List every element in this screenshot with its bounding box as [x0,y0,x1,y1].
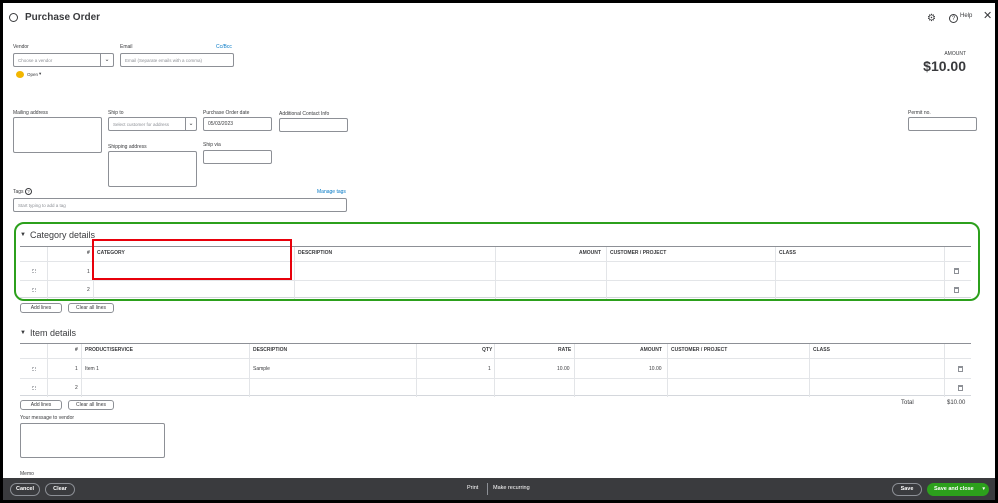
cancel-button[interactable]: Cancel [10,483,40,496]
item-collapse-icon[interactable]: ▼ [20,330,26,336]
email-label: Email [120,44,133,50]
category-add-lines-button[interactable]: Add lines [20,303,62,313]
item-col-product: PRODUCT/SERVICE [85,347,133,353]
save-options-chevron-icon[interactable]: ▾ [982,484,985,495]
shipping-address-label: Shipping address [108,144,147,150]
save-and-close-label: Save and close [934,486,974,492]
item-clear-lines-button[interactable]: Clear all lines [68,400,114,410]
chevron-down-icon: ⌄ [100,54,113,66]
shipping-address-field[interactable] [108,151,197,187]
additional-contact-label: Additional Contact Info [279,111,330,117]
permit-label: Permit no. [908,110,931,116]
drag-handle-icon[interactable] [32,288,36,292]
category-col-num: # [87,250,90,256]
category-cell-highlight[interactable] [92,239,292,280]
drag-handle-icon[interactable] [32,367,36,371]
mailing-address-label: Mailing address [13,110,49,116]
purchase-order-window: Purchase Order ⚙ ? Help ✕ Vendor Choose … [0,0,998,503]
trash-icon[interactable] [958,366,963,372]
ship-to-label: Ship to [108,110,124,116]
item-table: # PRODUCT/SERVICE DESCRIPTION QTY RATE A… [20,343,971,397]
manage-tags-link[interactable]: Manage tags [317,189,346,195]
ship-to-placeholder: Select customer for address [113,122,170,127]
item-col-description: DESCRIPTION [253,347,288,353]
item-col-class: CLASS [813,347,830,353]
po-date-label: Purchase Order date [203,110,250,116]
footer-divider [487,483,488,495]
tags-placeholder: Start typing to add a tag [18,203,66,208]
category-clear-lines-button[interactable]: Clear all lines [68,303,114,313]
item-row-product[interactable]: Item 1 [85,366,99,372]
item-row-amount[interactable]: 10.00 [649,366,662,372]
category-col-class: CLASS [779,250,796,256]
po-date-input[interactable]: 05/03/2023 [203,117,272,131]
total-value: $10.00 [947,400,966,406]
history-icon[interactable] [9,13,18,22]
vendor-select[interactable]: Choose a vendor ⌄ [13,53,114,67]
po-date-value: 05/03/2023 [208,121,234,127]
gear-icon[interactable]: ⚙ [927,14,936,24]
total-label: Total [901,400,914,406]
item-row-rate[interactable]: 10.00 [557,366,570,372]
tags-input[interactable]: Start typing to add a tag [13,198,347,212]
help-label[interactable]: Help [960,13,972,19]
permit-input[interactable] [908,117,977,131]
status-chevron-icon[interactable]: ▾ [39,71,41,77]
save-button[interactable]: Save [892,483,922,496]
status-icon [16,71,24,78]
category-collapse-icon[interactable]: ▼ [20,232,26,238]
category-section-title: Category details [30,230,96,240]
category-col-amount: AMOUNT [579,250,601,256]
vendor-placeholder: Choose a vendor [18,58,53,63]
clear-button[interactable]: Clear [45,483,75,496]
page-title: Purchase Order [25,12,101,23]
message-field[interactable] [20,423,165,458]
ccbcc-link[interactable]: Cc/Bcc [216,44,232,50]
email-placeholder: Email (Separate emails with a comma) [125,58,203,63]
help-icon[interactable]: ? [949,14,958,23]
amount-label: AMOUNT [944,51,966,57]
trash-icon[interactable] [958,385,963,391]
drag-handle-icon[interactable] [32,386,36,390]
item-col-qty: QTY [482,347,493,353]
status-badge[interactable]: Open [27,72,38,77]
message-label: Your message to vendor [20,415,75,421]
make-recurring-button[interactable]: Make recurring [493,485,530,491]
trash-icon[interactable] [954,268,959,274]
item-col-customer: CUSTOMER / PROJECT [671,347,728,353]
item-col-rate: RATE [558,347,572,353]
item-row-qty[interactable]: 1 [488,366,491,372]
trash-icon[interactable] [954,287,959,293]
ship-via-label: Ship via [203,142,221,148]
save-and-close-button[interactable]: Save and close ▾ [927,483,989,496]
additional-contact-input[interactable] [279,118,348,132]
category-col-customer: CUSTOMER / PROJECT [610,250,667,256]
mailing-address-field[interactable] [13,117,102,153]
email-input[interactable]: Email (Separate emails with a comma) [120,53,234,67]
category-row-num: 2 [87,287,90,293]
vendor-label: Vendor [13,44,29,50]
item-section-title: Item details [30,328,77,338]
tags-help-icon[interactable]: ? [25,188,32,195]
memo-label: Memo [20,471,34,477]
item-row-description[interactable]: Sample [253,366,270,372]
ship-via-input[interactable] [203,150,272,164]
item-row-num: 2 [75,385,78,391]
item-col-amount: AMOUNT [640,347,662,353]
ship-to-select[interactable]: Select customer for address ⌄ [108,117,197,131]
item-add-lines-button[interactable]: Add lines [20,400,62,410]
tags-label: Tags [13,189,24,195]
amount-value: $10.00 [923,58,966,74]
chevron-down-icon: ⌄ [185,118,196,130]
category-col-description: DESCRIPTION [298,250,333,256]
drag-handle-icon[interactable] [32,269,36,273]
item-col-num: # [75,347,78,353]
footer-bar: Cancel Clear Print Make recurring Save S… [3,478,995,500]
item-row-num: 1 [75,366,78,372]
category-row-num: 1 [87,269,90,275]
close-icon[interactable]: ✕ [983,11,992,22]
print-button[interactable]: Print [467,485,478,491]
